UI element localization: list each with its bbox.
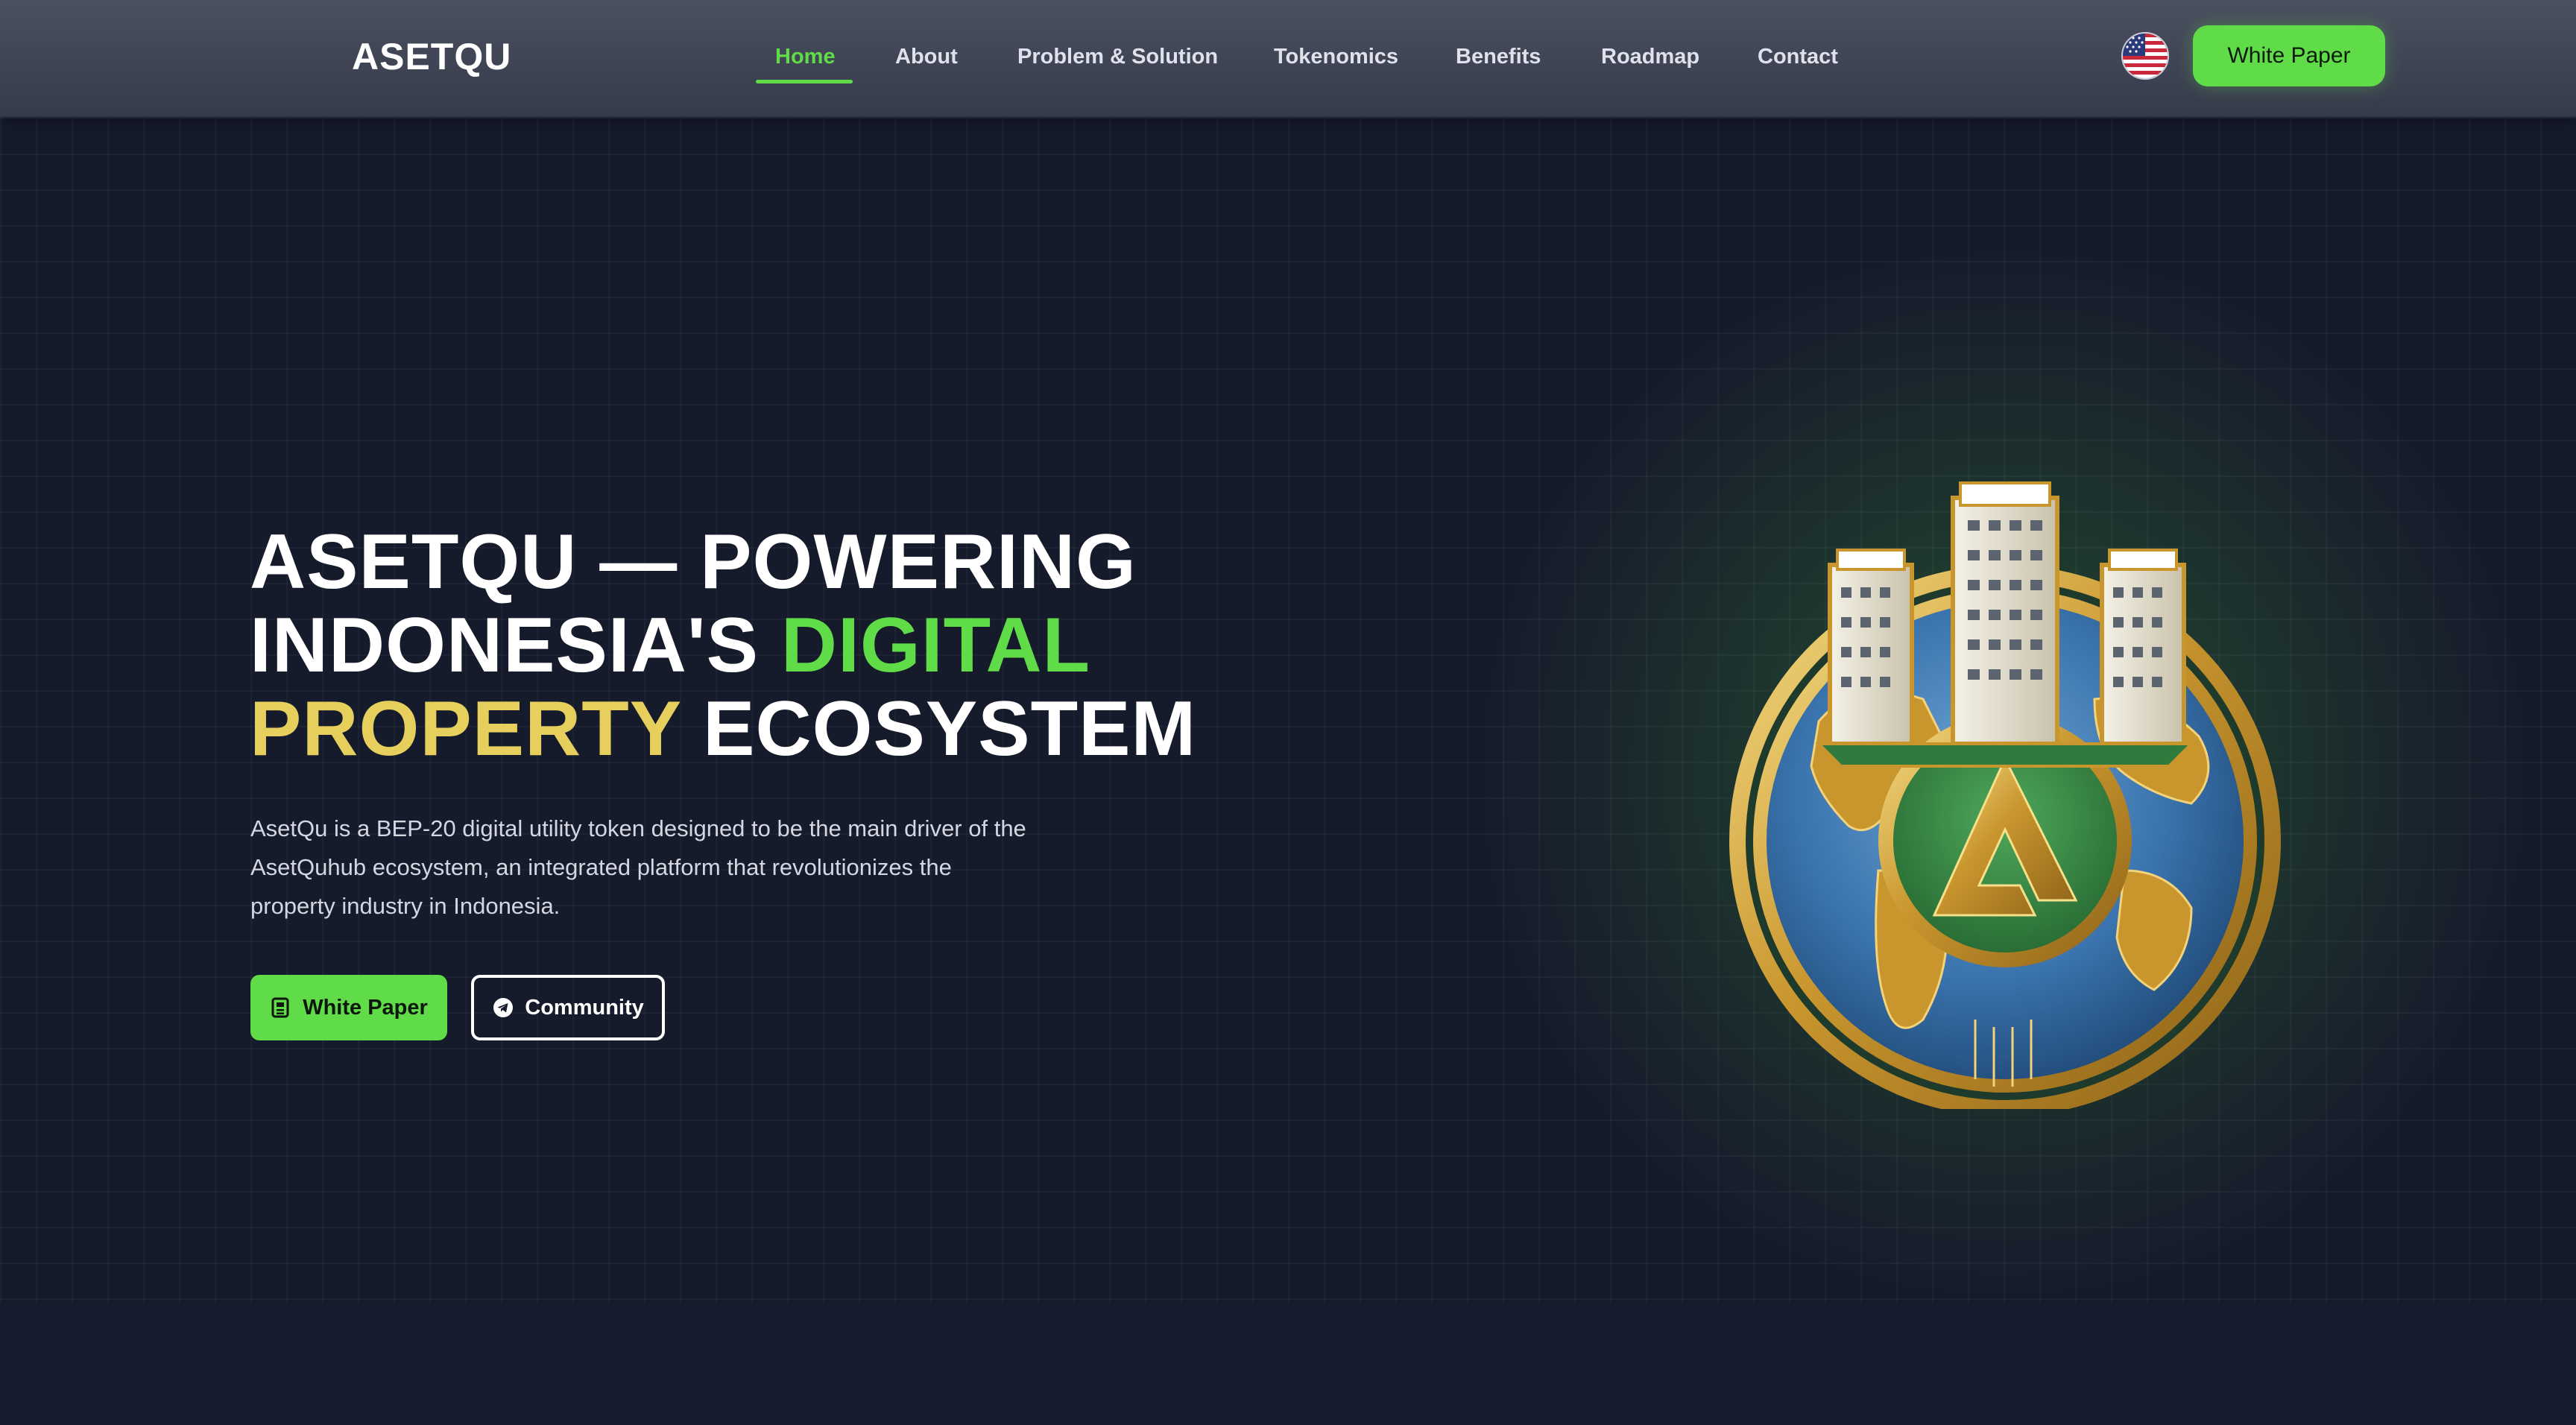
hero-white-paper-label: White Paper — [303, 995, 428, 1020]
nav-link-benefits[interactable]: Benefits — [1456, 42, 1541, 72]
active-nav-indicator — [756, 80, 853, 83]
nav-link-roadmap[interactable]: Roadmap — [1601, 42, 1699, 72]
hero-title-line3b: ECOSYSTEM — [703, 686, 1197, 772]
community-label: Community — [525, 995, 644, 1020]
nav-link-home[interactable]: Home — [775, 42, 836, 72]
document-icon — [270, 996, 292, 1019]
main-nav: Home About Problem & Solution Tokenomics… — [0, 0, 2576, 118]
nav-link-problem-solution[interactable]: Problem & Solution — [1017, 42, 1218, 72]
hero-title-highlight-digital: DIGITAL — [780, 602, 1091, 689]
hero-white-paper-button[interactable]: White Paper — [250, 975, 447, 1040]
nav-white-paper-button[interactable]: White Paper — [2193, 25, 2385, 86]
hero-title-highlight-property: PROPERTY — [250, 686, 681, 772]
us-flag-icon[interactable] — [2121, 32, 2169, 80]
hero-title-line1: ASETQU — POWERING — [250, 519, 1137, 605]
next-section-background — [0, 1304, 2576, 1425]
community-button[interactable]: Community — [471, 975, 665, 1040]
hero-description: AsetQu is a BEP-20 digital utility token… — [250, 815, 1026, 919]
top-navbar: ASETQU Home About Problem & Solution Tok… — [0, 0, 2576, 118]
hero-title: ASETQU — POWERING INDONESIA'S DIGITAL PR… — [250, 520, 1219, 771]
telegram-icon — [492, 996, 514, 1019]
asetqu-globe-coin-illustration — [1707, 453, 2303, 1116]
nav-link-contact[interactable]: Contact — [1758, 42, 1838, 72]
hero-title-line2a: INDONESIA'S — [250, 602, 759, 689]
nav-link-about[interactable]: About — [895, 42, 958, 72]
hero-section: ASETQU — POWERING INDONESIA'S DIGITAL PR… — [0, 118, 2576, 1304]
nav-link-tokenomics[interactable]: Tokenomics — [1274, 42, 1398, 72]
